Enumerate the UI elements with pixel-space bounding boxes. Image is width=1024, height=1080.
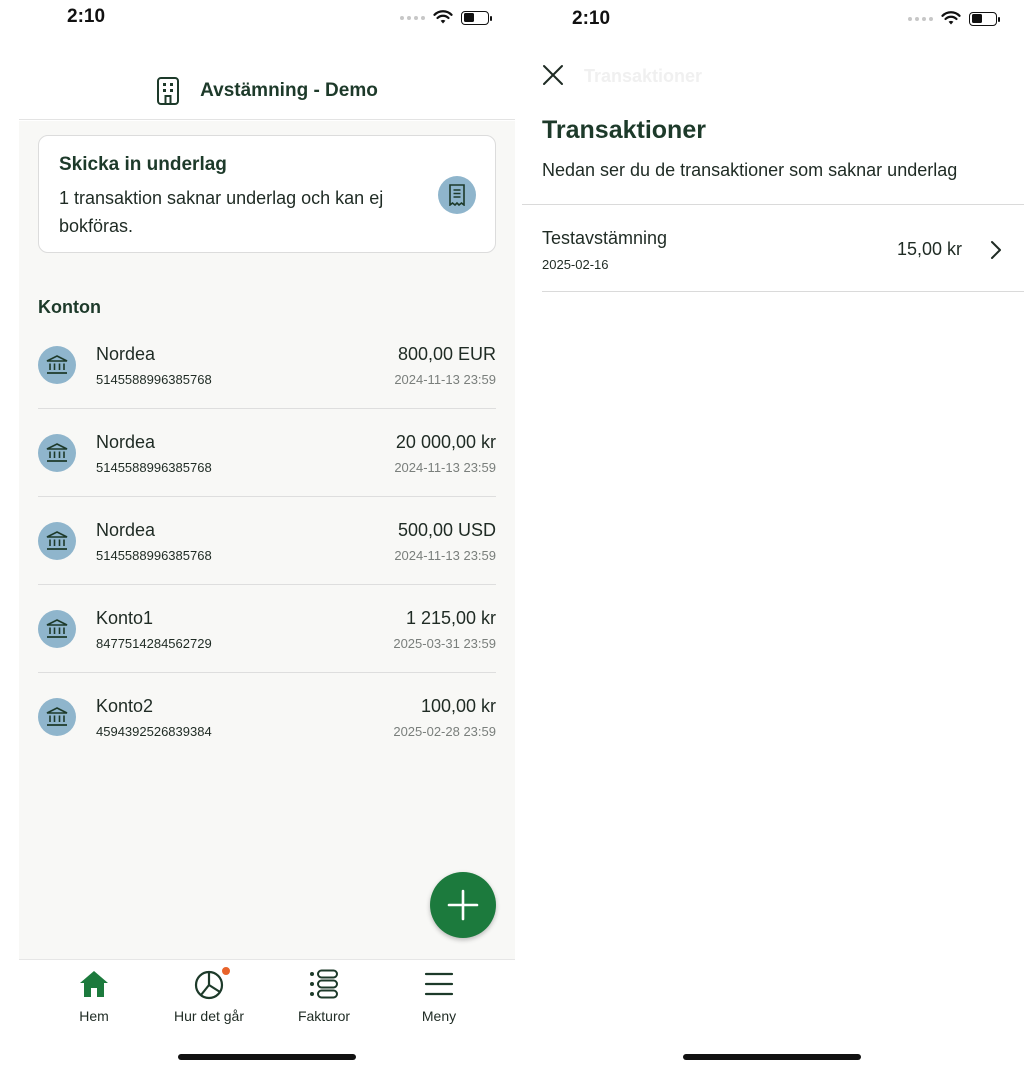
status-time: 2:10 xyxy=(572,8,611,29)
home-indicator[interactable] xyxy=(178,1054,356,1060)
pie-chart-icon xyxy=(194,970,224,1000)
tab-label: Meny xyxy=(421,1008,457,1024)
tab-invoices[interactable]: Fakturor xyxy=(264,966,384,1024)
account-name: Nordea xyxy=(96,432,156,452)
status-bar: 2:10 xyxy=(522,0,1024,40)
account-number: 5145588996385768 xyxy=(96,460,212,475)
account-number: 5145588996385768 xyxy=(96,372,212,387)
home-indicator[interactable] xyxy=(683,1054,861,1060)
home-screen: 2:10 Avstämning - Demo Skicka in underla… xyxy=(0,0,515,1080)
transactions-screen: 2:10 Transaktioner Transaktioner Nedan s… xyxy=(522,0,1024,1080)
account-balance: 20 000,00 kr xyxy=(395,432,496,452)
notice-title: Skicka in underlag xyxy=(59,154,227,175)
tab-menu[interactable]: Meny xyxy=(379,966,499,1024)
status-time: 2:10 xyxy=(67,6,106,27)
account-balance: 500,00 USD xyxy=(397,520,496,540)
divider xyxy=(522,204,1024,205)
list-icon xyxy=(310,969,338,999)
account-name: Nordea xyxy=(96,344,156,364)
account-updated: 2024-11-13 23:59 xyxy=(394,548,496,563)
account-balance: 100,00 kr xyxy=(420,696,496,716)
close-button[interactable] xyxy=(540,62,566,88)
transaction-row[interactable]: Testavstämning 2025-02-16 15,00 kr xyxy=(542,206,1024,292)
transaction-date: 2025-02-16 xyxy=(542,257,609,272)
bank-icon xyxy=(38,346,76,384)
tab-label: Hur det går xyxy=(173,1008,245,1024)
status-indicators xyxy=(400,10,492,25)
hamburger-icon xyxy=(424,972,454,996)
home-icon xyxy=(80,971,108,997)
account-number: 5145588996385768 xyxy=(96,548,212,563)
tab-label: Fakturor xyxy=(297,1008,351,1024)
wifi-icon xyxy=(941,11,961,25)
company-title: Avstämning - Demo xyxy=(200,79,378,101)
status-indicators xyxy=(908,11,1000,26)
add-button[interactable] xyxy=(430,872,496,938)
account-name: Konto2 xyxy=(96,696,154,716)
tab-label: Hem xyxy=(79,1008,109,1024)
battery-icon xyxy=(461,10,492,25)
battery-icon xyxy=(969,11,1000,26)
notification-badge xyxy=(221,966,231,976)
account-row[interactable]: Konto1 8477514284562729 1 215,00 kr 2025… xyxy=(38,585,496,673)
tab-bar: Hem Hur det går Fakturor Meny xyxy=(19,959,515,1039)
notice-text: 1 transaktion saknar underlag och kan ej… xyxy=(59,188,384,236)
account-row[interactable]: Nordea 5145588996385768 20 000,00 kr 202… xyxy=(38,409,496,497)
receipt-icon[interactable] xyxy=(438,176,476,214)
plus-icon xyxy=(447,889,479,921)
account-row[interactable]: Konto2 4594392526839384 100,00 kr 2025-0… xyxy=(38,673,496,761)
bank-icon xyxy=(38,610,76,648)
accounts-list: Nordea 5145588996385768 800,00 EUR 2024-… xyxy=(38,321,496,761)
account-balance: 1 215,00 kr xyxy=(405,608,496,628)
nav-title: Transaktioner xyxy=(584,66,703,86)
account-balance: 800,00 EUR xyxy=(397,344,496,364)
tab-progress[interactable]: Hur det går xyxy=(149,966,269,1024)
account-number: 8477514284562729 xyxy=(96,636,212,651)
account-updated: 2025-02-28 23:59 xyxy=(393,724,496,739)
signal-icon xyxy=(400,15,425,20)
transaction-name: Testavstämning xyxy=(542,228,668,248)
signal-icon xyxy=(908,16,933,21)
chevron-right-icon xyxy=(991,241,1001,259)
account-updated: 2025-03-31 23:59 xyxy=(393,636,496,651)
status-bar: 2:10 xyxy=(0,0,515,40)
company-header[interactable]: Avstämning - Demo xyxy=(19,62,515,120)
home-content: Skicka in underlag 1 transaktion saknar … xyxy=(19,121,515,959)
transaction-amount: 15,00 kr xyxy=(896,239,962,259)
account-row[interactable]: Nordea 5145588996385768 500,00 USD 2024-… xyxy=(38,497,496,585)
missing-docs-card[interactable]: Skicka in underlag 1 transaktion saknar … xyxy=(38,135,496,253)
bank-icon xyxy=(38,698,76,736)
account-number: 4594392526839384 xyxy=(96,724,212,739)
close-icon xyxy=(543,65,563,85)
account-updated: 2024-11-13 23:59 xyxy=(394,460,496,475)
page-title: Transaktioner xyxy=(542,116,706,144)
bank-icon xyxy=(38,434,76,472)
wifi-icon xyxy=(433,10,453,24)
account-name: Nordea xyxy=(96,520,156,540)
page-subtitle: Nedan ser du de transaktioner som saknar… xyxy=(542,160,958,180)
tab-home[interactable]: Hem xyxy=(34,966,154,1024)
accounts-heading: Konton xyxy=(38,297,101,317)
bank-icon xyxy=(38,522,76,560)
account-updated: 2024-11-13 23:59 xyxy=(394,372,496,387)
building-icon xyxy=(157,76,180,105)
account-row[interactable]: Nordea 5145588996385768 800,00 EUR 2024-… xyxy=(38,321,496,409)
account-name: Konto1 xyxy=(96,608,154,628)
